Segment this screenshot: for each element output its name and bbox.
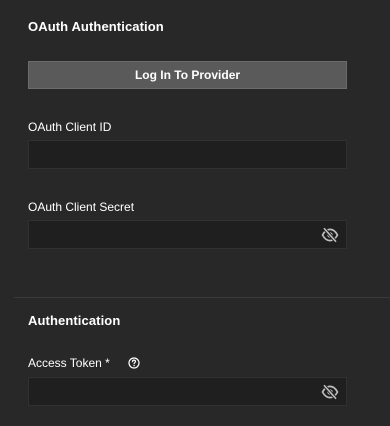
- log-in-to-provider-button[interactable]: Log In To Provider: [28, 61, 347, 89]
- help-circle-icon[interactable]: [128, 357, 140, 369]
- eye-off-icon[interactable]: [321, 384, 339, 400]
- oauth-client-secret-label: OAuth Client Secret: [28, 200, 135, 214]
- authentication-section-title: Authentication: [28, 313, 121, 328]
- oauth-client-id-field: [28, 140, 347, 169]
- eye-off-icon[interactable]: [321, 227, 339, 243]
- oauth-section-title: OAuth Authentication: [28, 19, 164, 34]
- access-token-input[interactable]: [29, 378, 346, 405]
- access-token-field: [28, 377, 347, 406]
- section-divider: [14, 297, 390, 298]
- oauth-client-id-input[interactable]: [29, 141, 346, 168]
- oauth-client-secret-field: [28, 220, 347, 249]
- oauth-settings-panel: OAuth Authentication Log In To Provider …: [0, 0, 390, 426]
- oauth-client-id-label: OAuth Client ID: [28, 120, 112, 134]
- access-token-label: Access Token *: [28, 356, 110, 370]
- access-token-label-row: Access Token *: [28, 356, 140, 370]
- oauth-client-secret-input[interactable]: [29, 221, 346, 248]
